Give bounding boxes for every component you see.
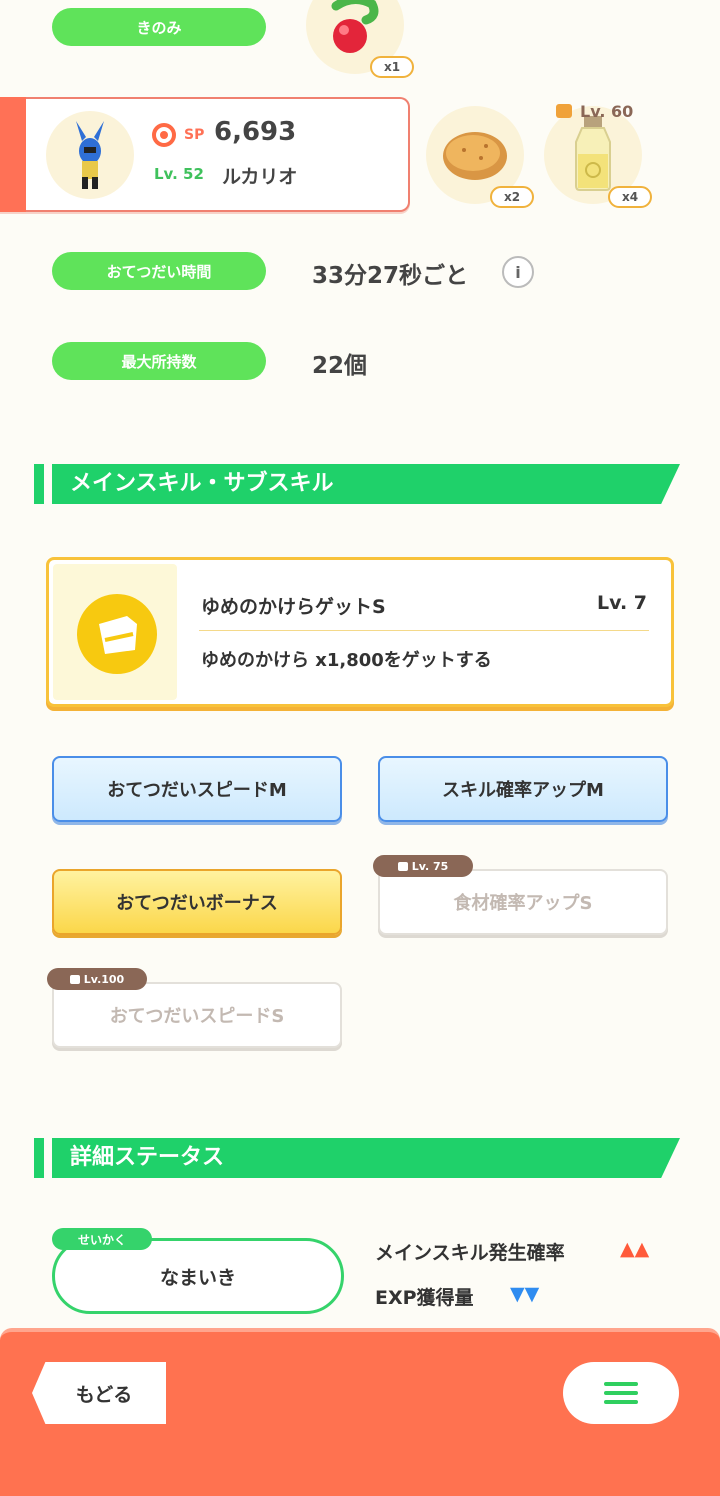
pokemon-name: ルカリオ xyxy=(222,166,298,188)
lock-icon xyxy=(556,104,572,118)
sub-skill-4[interactable]: 食材確率アップS xyxy=(378,869,668,935)
menu-button[interactable] xyxy=(563,1362,679,1424)
ingredient-qty-1: x2 xyxy=(490,186,534,208)
lucario-icon xyxy=(76,121,104,189)
nature-down-label: EXP獲得量 xyxy=(375,1287,474,1309)
help-time-label: おてつだい時間 xyxy=(52,252,266,290)
main-skill-divider xyxy=(199,630,649,631)
card-stripe xyxy=(0,97,26,212)
lock-icon xyxy=(397,861,408,871)
sub-skill-5-lock-tag: Lv.100 xyxy=(47,968,147,990)
sub-skill-5[interactable]: おてつだいスピードS xyxy=(52,982,342,1048)
main-skill-name: ゆめのかけらゲットS xyxy=(201,596,386,618)
berry-qty-badge: x1 xyxy=(370,56,414,78)
main-skill-description: ゆめのかけら x1,800をゲットする xyxy=(201,650,492,671)
dream-shard-icon xyxy=(77,594,157,674)
main-skill-card[interactable]: ゆめのかけらゲットS Lv. 7 ゆめのかけら x1,800をゲットする xyxy=(46,557,674,707)
main-skill-level: Lv. 7 xyxy=(597,592,647,614)
nature-up-label: メインスキル発生確率 xyxy=(375,1242,565,1264)
sub-skill-4-lock-level: Lv. 75 xyxy=(411,859,449,873)
ingredient-lock-level: Lv. 60 xyxy=(580,102,634,121)
berry-label: きのみ xyxy=(52,8,266,46)
nature-down-marks: ▼▼ xyxy=(510,1283,540,1305)
sp-label: SP xyxy=(184,127,205,143)
details-section-title: 詳細ステータス xyxy=(70,1145,225,1170)
sub-skill-2[interactable]: スキル確率アップM xyxy=(378,756,668,822)
hamburger-icon xyxy=(604,1382,638,1404)
pokemon-card[interactable]: SP 6,693 Lv. 52 ルカリオ xyxy=(0,97,410,212)
lock-icon xyxy=(69,974,80,984)
pokemon-avatar xyxy=(46,111,134,199)
sp-value: 6,693 xyxy=(214,117,297,147)
back-button[interactable]: もどる xyxy=(32,1362,166,1424)
ingredient-qty-2: x4 xyxy=(608,186,652,208)
sp-icon xyxy=(152,123,176,147)
nature-value: なまいき xyxy=(159,1266,236,1289)
skills-section-title: メインスキル・サブスキル xyxy=(70,471,334,496)
nature-tag: せいかく xyxy=(52,1228,152,1250)
sub-skill-3[interactable]: おてつだいボーナス xyxy=(52,869,342,935)
skills-section-header: メインスキル・サブスキル xyxy=(34,464,682,504)
details-section-header: 詳細ステータス xyxy=(34,1138,682,1178)
max-carry-label: 最大所持数 xyxy=(52,342,266,380)
max-carry-value: 22個 xyxy=(312,353,368,379)
sub-skill-5-lock-level: Lv.100 xyxy=(83,972,125,986)
nature-up-marks: ▲▲ xyxy=(620,1238,650,1260)
sub-skill-1[interactable]: おてつだいスピードM xyxy=(52,756,342,822)
sub-skill-4-lock-tag: Lv. 75 xyxy=(373,855,473,877)
info-icon[interactable]: i xyxy=(502,256,534,288)
main-skill-icon-panel xyxy=(53,564,177,700)
help-time-value: 33分27秒ごと xyxy=(312,263,469,289)
pokemon-level: Lv. 52 xyxy=(154,165,204,183)
